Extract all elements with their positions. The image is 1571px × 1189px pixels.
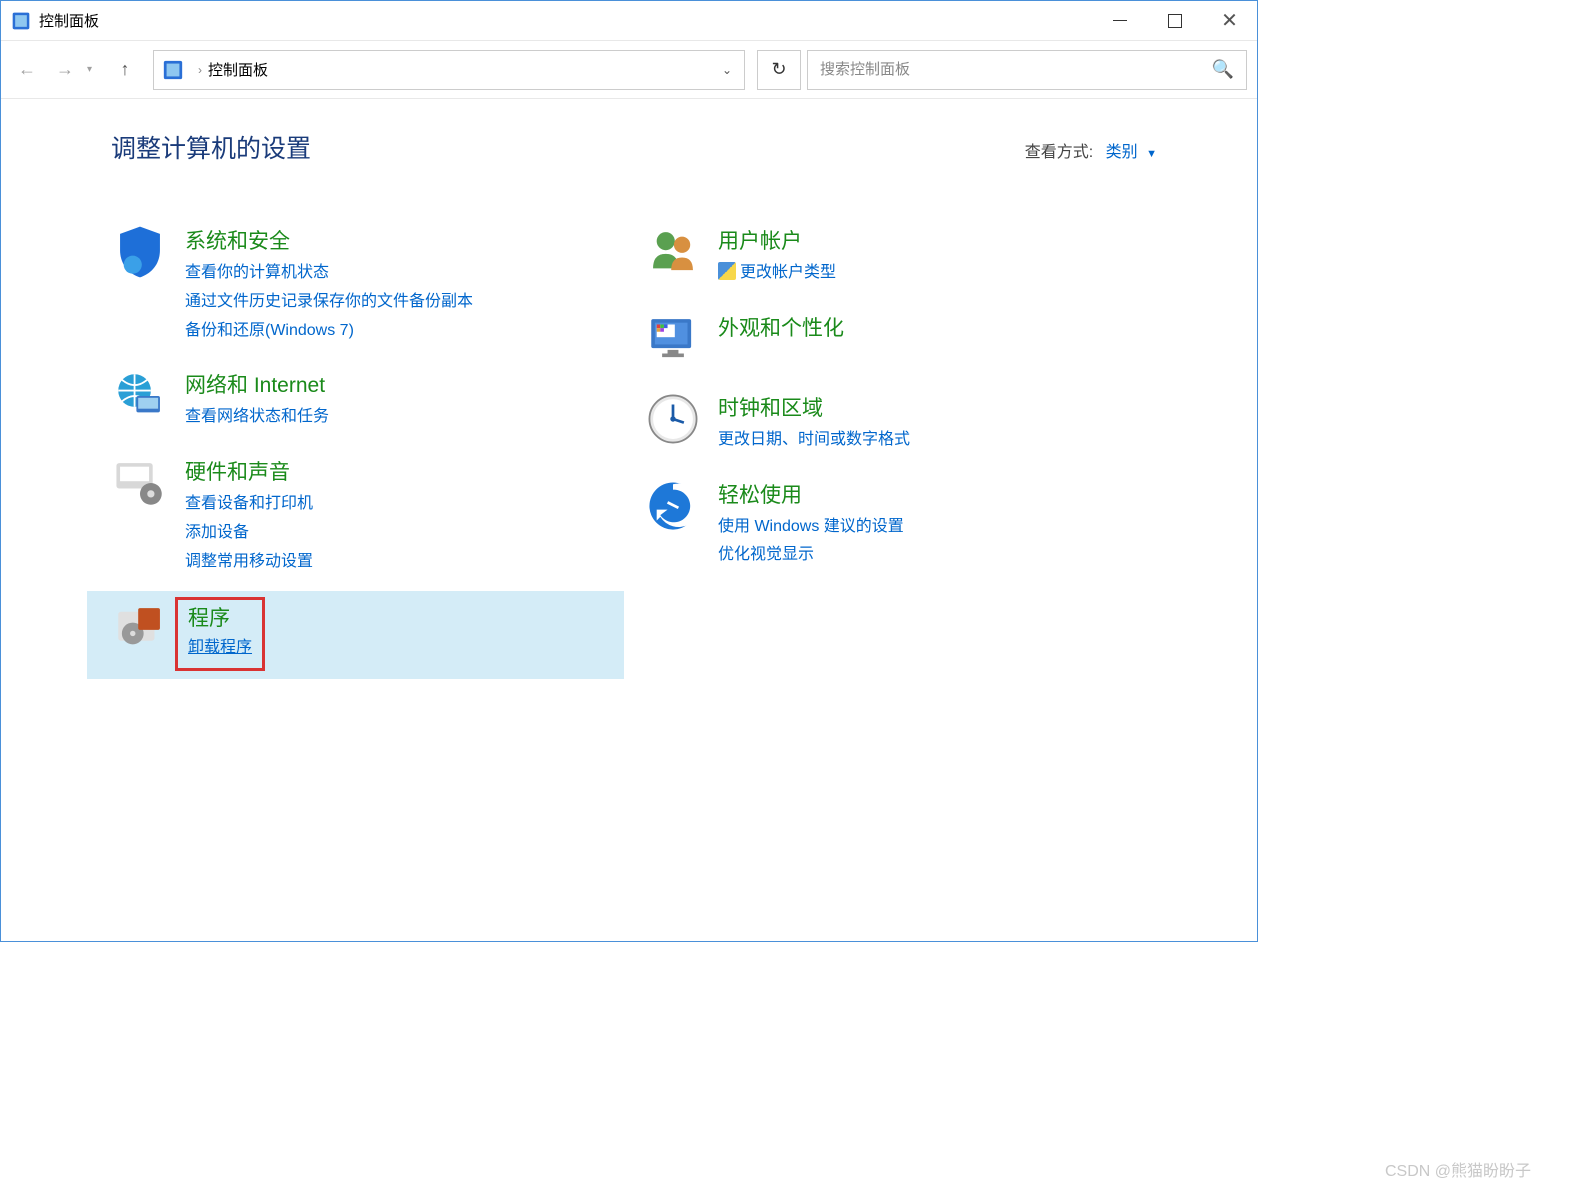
- category-hardware-sound: 硬件和声音查看设备和打印机添加设备调整常用移动设置: [87, 446, 624, 590]
- window-title: 控制面板: [39, 10, 99, 31]
- watermark: CSDN @熊猫盼盼子: [1385, 1157, 1531, 1181]
- toolbar: ← → ▾ ↑ › 控制面板 ⌄ ↻ 🔍: [1, 41, 1257, 99]
- programs-icon: [111, 599, 169, 657]
- maximize-button[interactable]: [1147, 1, 1202, 40]
- network-icon: [111, 367, 169, 425]
- search-input[interactable]: [820, 61, 1212, 78]
- window-controls: ✕: [1092, 1, 1257, 40]
- category-title[interactable]: 外观和个性化: [718, 312, 844, 342]
- category-ease-of-access: 轻松使用使用 Windows 建议的设置优化视觉显示: [620, 469, 1157, 585]
- category-programs: 程序卸载程序: [87, 591, 624, 680]
- up-button[interactable]: ↑: [109, 54, 141, 86]
- category-link[interactable]: 通过文件历史记录保存你的文件备份副本: [185, 288, 473, 317]
- category-title[interactable]: 用户帐户: [718, 225, 836, 255]
- page-heading: 调整计算机的设置: [111, 129, 311, 165]
- recent-dropdown[interactable]: ▾: [87, 64, 103, 75]
- refresh-button[interactable]: ↻: [757, 50, 801, 90]
- content: 调整计算机的设置 查看方式: 类别 ▼ 系统和安全查看你的计算机状态通过文件历史…: [1, 99, 1257, 699]
- back-button[interactable]: ←: [11, 54, 43, 86]
- category-title[interactable]: 时钟和区域: [718, 392, 910, 422]
- forward-button[interactable]: →: [49, 54, 81, 86]
- search-box[interactable]: 🔍: [807, 50, 1247, 90]
- view-by-label: 查看方式:: [1025, 144, 1093, 161]
- category-link[interactable]: 查看你的计算机状态: [185, 259, 473, 288]
- category-system-security: 系统和安全查看你的计算机状态通过文件历史记录保存你的文件备份副本备份和还原(Wi…: [87, 215, 624, 359]
- category-link[interactable]: 卸载程序: [188, 634, 252, 663]
- category-link[interactable]: 调整常用移动设置: [185, 548, 313, 577]
- category-title[interactable]: 程序: [188, 602, 252, 632]
- category-link[interactable]: 查看网络状态和任务: [185, 403, 329, 432]
- appearance-icon: [644, 310, 702, 368]
- col-left: 系统和安全查看你的计算机状态通过文件历史记录保存你的文件备份副本备份和还原(Wi…: [111, 215, 624, 679]
- address-path: 控制面板: [208, 59, 268, 80]
- control-panel-icon: [162, 59, 184, 81]
- user-accounts-icon: [644, 223, 702, 281]
- control-panel-icon: [11, 11, 31, 31]
- minimize-button[interactable]: [1092, 1, 1147, 40]
- col-right: 用户帐户更改帐户类型外观和个性化时钟和区域更改日期、时间或数字格式轻松使用使用 …: [644, 215, 1157, 679]
- category-network: 网络和 Internet 查看网络状态和任务: [87, 359, 624, 446]
- address-bar[interactable]: › 控制面板 ⌄: [153, 50, 745, 90]
- category-link[interactable]: 备份和还原(Windows 7): [185, 317, 473, 346]
- chevron-down-icon: ▼: [1146, 148, 1157, 160]
- category-grid: 系统和安全查看你的计算机状态通过文件历史记录保存你的文件备份副本备份和还原(Wi…: [111, 215, 1157, 679]
- titlebar: 控制面板 ✕: [1, 1, 1257, 41]
- search-icon: 🔍: [1212, 59, 1234, 80]
- category-link[interactable]: 查看设备和打印机: [185, 490, 313, 519]
- category-appearance: 外观和个性化: [620, 302, 1157, 382]
- control-panel-window: 控制面板 ✕ ← → ▾ ↑ › 控制面板 ⌄ ↻ 🔍 调整计算机的设置 查看: [0, 0, 1258, 942]
- category-title[interactable]: 系统和安全: [185, 225, 473, 255]
- category-link[interactable]: 更改帐户类型: [718, 259, 836, 288]
- category-title[interactable]: 硬件和声音: [185, 456, 313, 486]
- view-by[interactable]: 查看方式: 类别 ▼: [1025, 138, 1157, 162]
- hardware-sound-icon: [111, 454, 169, 512]
- ease-of-access-icon: [644, 477, 702, 535]
- category-user-accounts: 用户帐户更改帐户类型: [620, 215, 1157, 302]
- category-link[interactable]: 添加设备: [185, 519, 313, 548]
- view-by-value: 类别: [1106, 144, 1138, 161]
- category-title[interactable]: 轻松使用: [718, 479, 904, 509]
- chevron-right-icon: ›: [198, 63, 202, 77]
- category-link[interactable]: 更改日期、时间或数字格式: [718, 426, 910, 455]
- close-button[interactable]: ✕: [1202, 1, 1257, 40]
- category-link[interactable]: 使用 Windows 建议的设置: [718, 513, 904, 542]
- category-clock-region: 时钟和区域更改日期、时间或数字格式: [620, 382, 1157, 469]
- clock-region-icon: [644, 390, 702, 448]
- system-security-icon: [111, 223, 169, 281]
- category-title[interactable]: 网络和 Internet: [185, 369, 329, 399]
- address-dropdown[interactable]: ⌄: [710, 63, 744, 77]
- category-link[interactable]: 优化视觉显示: [718, 541, 904, 570]
